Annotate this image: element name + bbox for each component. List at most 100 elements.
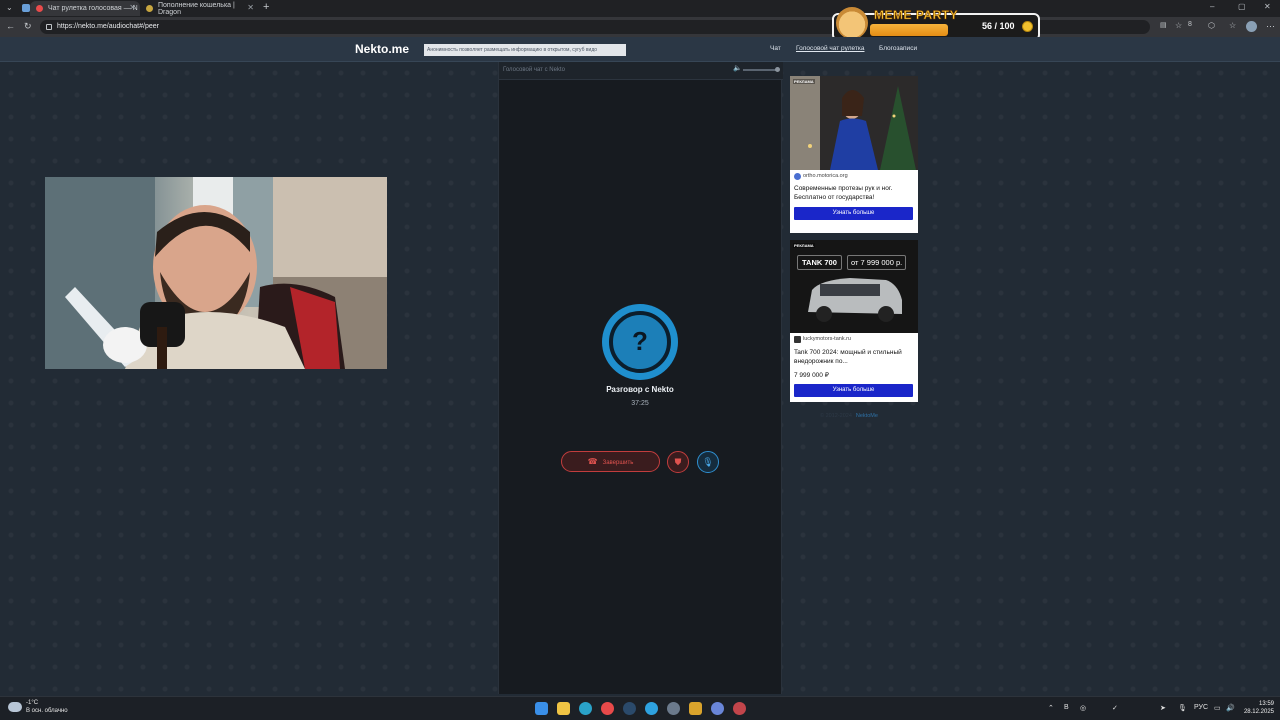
- yandex-browser-icon[interactable]: [601, 702, 614, 715]
- dragon-favicon-icon: [146, 5, 153, 12]
- profile-avatar[interactable]: [1246, 21, 1257, 32]
- edge-icon[interactable]: [579, 702, 592, 715]
- ad-price-badge: от 7 999 000 р.: [847, 255, 907, 270]
- minimize-icon[interactable]: –: [1210, 2, 1214, 11]
- address-bar-row: ← ↻ https://nekto.me/audiochat#/peer ▤ ☆…: [0, 17, 1280, 37]
- nav-blog[interactable]: Блогозаписи: [879, 45, 917, 52]
- back-icon[interactable]: ←: [6, 21, 15, 31]
- ad-image: [790, 76, 918, 170]
- doge-icon: [836, 7, 868, 39]
- settings-icon[interactable]: [667, 702, 680, 715]
- extensions-icon[interactable]: ⬡: [1208, 21, 1215, 30]
- site-logo[interactable]: Nekto.me: [355, 42, 409, 56]
- tray-mic-icon[interactable]: 🎙: [1178, 704, 1187, 712]
- app-icon[interactable]: [711, 702, 724, 715]
- extension-badge[interactable]: 8: [1188, 21, 1192, 28]
- weather-temp: -1°C: [26, 700, 39, 706]
- ad-text[interactable]: Современные протезы рук и ног. Бесплатно…: [794, 184, 916, 202]
- new-tab-button[interactable]: +: [263, 1, 269, 13]
- unknown-user-icon: ?: [632, 326, 648, 356]
- volume-tray-icon[interactable]: 🔊: [1226, 704, 1235, 712]
- ad-text[interactable]: Tank 700 2024: мощный и стильный внедоро…: [794, 348, 916, 366]
- maximize-icon[interactable]: ▢: [1238, 2, 1246, 11]
- report-button[interactable]: ⛊: [667, 451, 689, 473]
- end-call-label: Завершить: [602, 460, 634, 466]
- meme-party-title: MEME PARTY: [874, 8, 959, 23]
- ad-domain-text: ortho.motorica.org: [803, 173, 848, 179]
- interlocutor-avatar: ?: [602, 304, 678, 380]
- tab-title: Пополнение кошелька | Dragon: [158, 1, 235, 16]
- clock-time: 13:59: [1258, 701, 1274, 707]
- workspace-icon[interactable]: [22, 4, 30, 12]
- microphone-button[interactable]: 🎙: [697, 451, 719, 473]
- steam-icon[interactable]: [623, 702, 636, 715]
- url-text: https://nekto.me/audiochat#/peer: [57, 23, 159, 30]
- site-header: Nekto.me Анонимность позволяет размещать…: [0, 37, 1280, 62]
- ad-model-badge: TANK 700: [797, 255, 842, 270]
- ad-domain[interactable]: ortho.motorica.org: [794, 173, 848, 180]
- close-tab-icon[interactable]: ✕: [129, 3, 136, 12]
- tray-app-icon[interactable]: B: [1064, 704, 1069, 711]
- app-icon[interactable]: [689, 702, 702, 715]
- start-menu-icon[interactable]: [535, 702, 548, 715]
- tab-actions-icon[interactable]: ⌄: [6, 3, 13, 12]
- close-window-icon[interactable]: ✕: [1264, 2, 1271, 11]
- more-menu-icon[interactable]: ⋯: [1266, 21, 1275, 32]
- nav-chat[interactable]: Чат: [770, 45, 781, 52]
- telegram-icon[interactable]: [645, 702, 658, 715]
- bookmark-star-icon[interactable]: ☆: [1175, 21, 1182, 30]
- tab-title: Чат рулетка голосовая — N: [48, 5, 138, 12]
- tray-app-icon[interactable]: ◎: [1080, 704, 1086, 712]
- meme-progress-bar: [870, 24, 948, 36]
- favorites-icon[interactable]: ☆: [1229, 21, 1236, 30]
- volume-slider-handle[interactable]: [775, 67, 780, 72]
- clock-date: 28.12.2025: [1243, 709, 1274, 715]
- ad-domain-text: luckymotors-tank.ru: [803, 336, 851, 342]
- tray-expand-icon[interactable]: ⌃: [1048, 704, 1054, 712]
- speaker-icon[interactable]: 🔈: [733, 64, 742, 72]
- ad-learn-more-button[interactable]: Узнать больше: [794, 384, 913, 397]
- domain-icon: [794, 336, 801, 343]
- chat-panel-title: Голосовой чат с Nekto: [503, 67, 565, 73]
- ad-domain[interactable]: luckymotors-tank.ru: [794, 336, 851, 343]
- windows-taskbar: -1°C В осн. облачно ⌃ B ◎ ✓ ➤ 🎙 РУС ▭ 🔊 …: [0, 696, 1280, 720]
- browser-tab-bar: ⌄ Чат рулетка голосовая — N ✕ Пополнение…: [0, 0, 1280, 17]
- volume-slider-track[interactable]: [743, 69, 777, 71]
- site-footer: © 2012-2024 NektoMe: [820, 413, 878, 419]
- domain-icon: [794, 173, 801, 180]
- meme-count: 56 / 100: [982, 21, 1015, 31]
- file-explorer-icon[interactable]: [557, 702, 570, 715]
- ad-learn-more-button[interactable]: Узнать больше: [794, 207, 913, 220]
- coin-icon: [1022, 21, 1033, 32]
- ad-price: 7 999 000 ₽: [794, 372, 829, 379]
- tab-dragon[interactable]: Пополнение кошелька | Dragon ✕: [140, 1, 258, 16]
- ad-image: [790, 240, 918, 333]
- network-icon[interactable]: ▭: [1214, 704, 1221, 712]
- reload-icon[interactable]: ↻: [24, 21, 32, 32]
- nekto-favicon-icon: [36, 5, 43, 12]
- ad-prosthetics[interactable]: РЕКЛАМА ortho.motorica.org Современные п…: [790, 76, 918, 233]
- language-indicator[interactable]: РУС: [1194, 704, 1208, 711]
- nav-voice-chat[interactable]: Голосовой чат рулетка: [796, 45, 864, 52]
- webcam-image: [45, 177, 387, 369]
- tab-nekto[interactable]: Чат рулетка голосовая — N ✕: [30, 1, 140, 16]
- tray-telegram-icon[interactable]: ➤: [1160, 704, 1166, 712]
- footer-link[interactable]: NektoMe: [856, 413, 878, 419]
- shield-icon: ⛊: [674, 457, 682, 467]
- obs-icon[interactable]: [733, 702, 746, 715]
- hang-up-icon: ☎: [587, 457, 598, 466]
- ad-tank[interactable]: РЕКЛАМА TANK 700 от 7 999 000 р. luckymo…: [790, 240, 918, 402]
- webcam-overlay: [45, 177, 387, 369]
- read-mode-icon[interactable]: ▤: [1160, 21, 1167, 29]
- call-timer: 37:25: [631, 400, 649, 407]
- copyright: © 2012-2024: [820, 413, 852, 419]
- site-info-icon[interactable]: [46, 24, 52, 30]
- anonymity-notice: Анонимность позволяет размещать информац…: [424, 44, 626, 56]
- end-call-button[interactable]: ☎ Завершить: [561, 451, 660, 472]
- system-clock[interactable]: 13:59 28.12.2025: [1238, 700, 1274, 716]
- close-tab-icon[interactable]: ✕: [247, 3, 254, 12]
- tray-steam-icon[interactable]: ✓: [1112, 704, 1118, 712]
- microphone-icon: 🎙: [702, 457, 714, 467]
- weather-status: В осн. облачно: [26, 708, 68, 714]
- ad-label: РЕКЛАМА: [793, 79, 815, 84]
